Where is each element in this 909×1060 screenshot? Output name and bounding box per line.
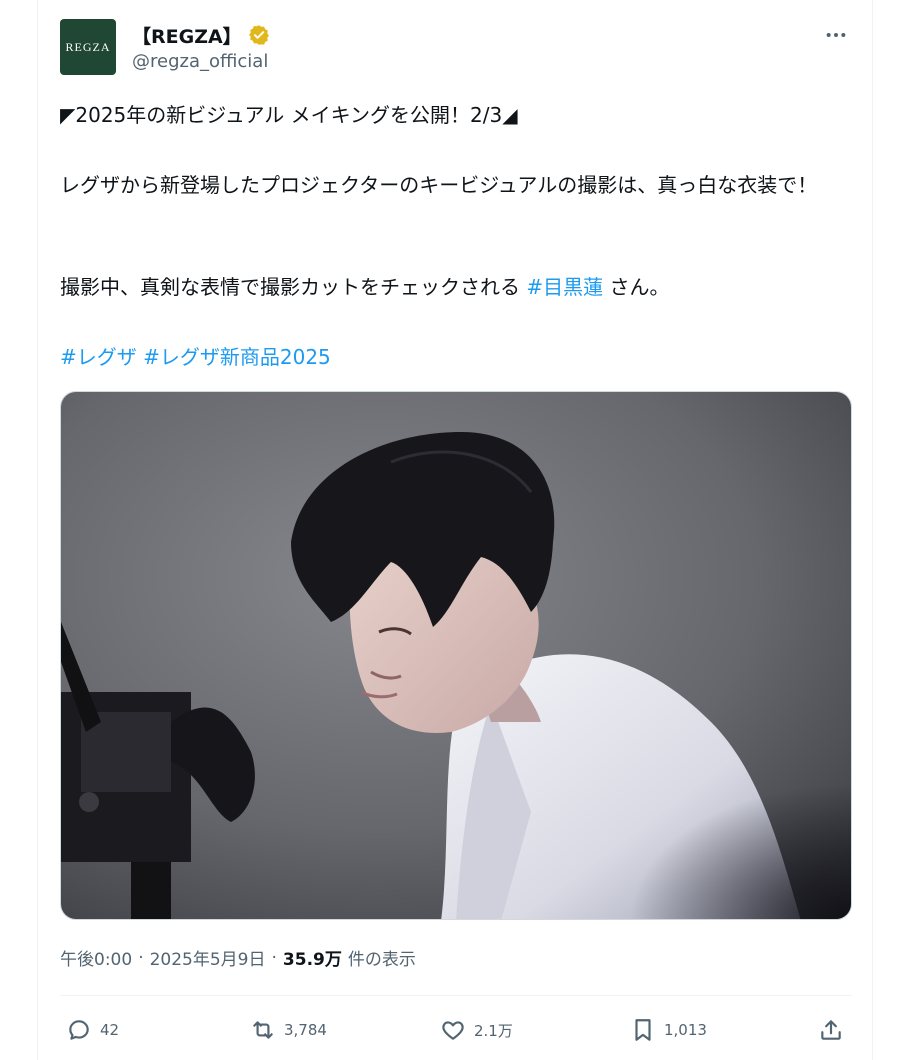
action-bar: 42 3,784 2.1万 1,013 xyxy=(60,1012,852,1048)
post-time[interactable]: 午後0:00 xyxy=(60,945,132,970)
display-name[interactable]: 【REGZA】 xyxy=(132,22,242,49)
repost-icon xyxy=(253,1021,273,1039)
repost-count: 3,784 xyxy=(284,1021,327,1039)
share-button[interactable] xyxy=(818,1012,844,1048)
divider xyxy=(60,995,852,996)
more-icon[interactable] xyxy=(822,23,850,47)
like-icon xyxy=(442,1021,464,1040)
reply-button[interactable]: 42 xyxy=(66,1012,119,1048)
post-text-line-2: レグザから新登場したプロジェクターのキービジュアルの撮影は、真っ白な衣装で！ xyxy=(60,173,818,197)
post-meta: 午後0:00 · 2025年5月9日 · 35.9万 件の表示 xyxy=(60,945,416,971)
mention-hashtag[interactable]: #目黒蓮 xyxy=(526,275,603,299)
post-text-prefix: 撮影中、真剣な表情で撮影カットをチェックされる xyxy=(60,275,527,299)
bookmark-count: 1,013 xyxy=(664,1021,707,1039)
views-count[interactable]: 35.9万 xyxy=(283,945,342,970)
photo-illustration xyxy=(61,392,851,919)
share-icon xyxy=(821,1020,841,1040)
hashtag-regza-new-products[interactable]: #レグザ新商品2025 xyxy=(143,345,331,369)
like-button[interactable]: 2.1万 xyxy=(440,1012,513,1048)
hashtag-regza[interactable]: #レグザ xyxy=(60,345,137,369)
like-count: 2.1万 xyxy=(474,1021,513,1040)
views-label: 件の表示 xyxy=(347,950,416,970)
post-hashtags: #レグザ #レグザ新商品2025 xyxy=(60,340,856,374)
repost-button[interactable]: 3,784 xyxy=(250,1012,327,1048)
verified-icon xyxy=(248,24,270,46)
post-image[interactable] xyxy=(60,391,852,920)
post-header: REGZA 【REGZA】 @regza_official xyxy=(60,19,860,77)
meta-separator: · xyxy=(138,947,144,968)
post-card: REGZA 【REGZA】 @regza_official ◤2025年の新ビジ… xyxy=(37,0,873,1060)
post-date[interactable]: 2025年5月9日 xyxy=(150,945,266,970)
avatar-logo-text: REGZA xyxy=(65,39,111,54)
post-text-line-3: 撮影中、真剣な表情で撮影カットをチェックされる #目黒蓮 さん。 xyxy=(60,270,856,304)
handle[interactable]: @regza_official xyxy=(132,51,268,72)
name-line: 【REGZA】 xyxy=(132,21,270,49)
bookmark-button[interactable]: 1,013 xyxy=(630,1012,707,1048)
reply-icon xyxy=(69,1020,89,1040)
post-text-line-1: ◤2025年の新ビジュアル メイキングを公開！2/3◢ xyxy=(60,103,518,127)
bookmark-icon xyxy=(635,1019,651,1041)
reply-count: 42 xyxy=(100,1021,120,1039)
meta-separator: · xyxy=(271,947,277,968)
post-text-suffix: さん。 xyxy=(603,275,670,299)
avatar[interactable]: REGZA xyxy=(60,19,116,75)
